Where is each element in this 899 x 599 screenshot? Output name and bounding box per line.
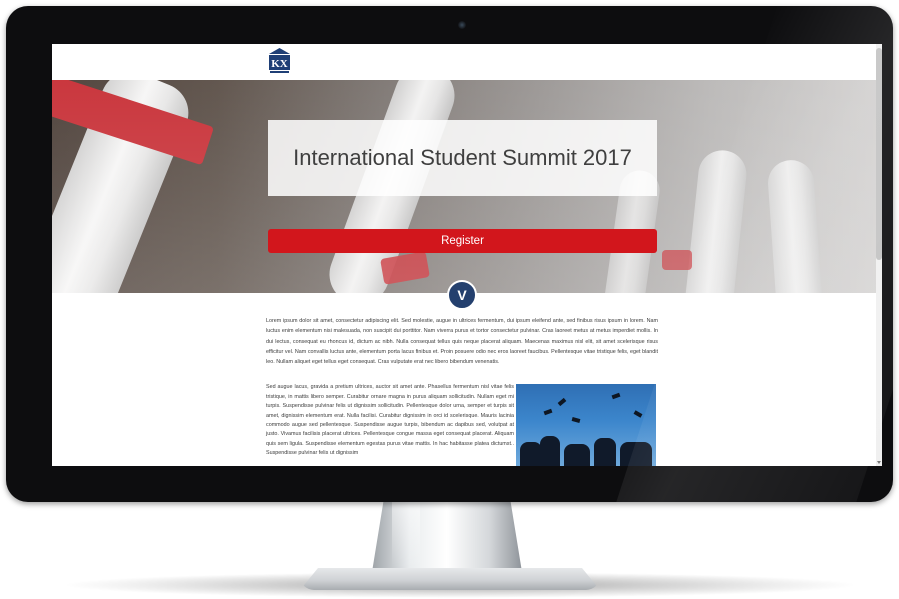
webcam-icon [458, 21, 466, 29]
monitor-stand-reflection [392, 498, 420, 568]
graduate-silhouette [520, 442, 542, 466]
hero-title-box: International Student Summit 2017 [268, 120, 657, 196]
monitor-bezel: KX International Student Summit 2017 Reg… [6, 6, 893, 502]
scroll-down-arrow-icon[interactable] [877, 461, 881, 464]
monitor-stand-base [300, 568, 600, 590]
graduate-silhouette [564, 444, 590, 466]
vertical-scrollbar[interactable] [876, 44, 882, 466]
graduate-silhouette [620, 442, 652, 466]
logo-text: KX [271, 58, 288, 70]
mortarboard-icon [633, 410, 643, 418]
mortarboard-icon [571, 417, 581, 423]
mortarboard-icon [611, 392, 621, 400]
chevron-down-icon[interactable]: V [447, 280, 477, 310]
mortarboard-icon [543, 408, 553, 416]
graduate-silhouette [594, 438, 616, 466]
scroll-down-glyph: V [457, 287, 467, 303]
scrollbar-thumb[interactable] [876, 48, 882, 260]
kx-logo-icon[interactable]: KX [267, 47, 292, 74]
article-body: Lorem ipsum dolor sit amet, consectetur … [266, 316, 658, 367]
browser-viewport: KX International Student Summit 2017 Reg… [52, 44, 882, 466]
mortarboard-icon [557, 397, 567, 407]
hero-title: International Student Summit 2017 [293, 145, 632, 170]
register-button[interactable]: Register [268, 229, 657, 253]
hero-banner: International Student Summit 2017 Regist… [52, 80, 876, 293]
graduate-silhouette [540, 436, 560, 466]
article-paragraph: Lorem ipsum dolor sit amet, consectetur … [266, 318, 658, 366]
graduation-photo [516, 384, 656, 466]
article-paragraph: Sed augue lacus, gravida a pretium ultri… [266, 384, 514, 457]
site-header: KX [52, 44, 876, 80]
article-body-continued: Sed augue lacus, gravida a pretium ultri… [266, 378, 514, 464]
